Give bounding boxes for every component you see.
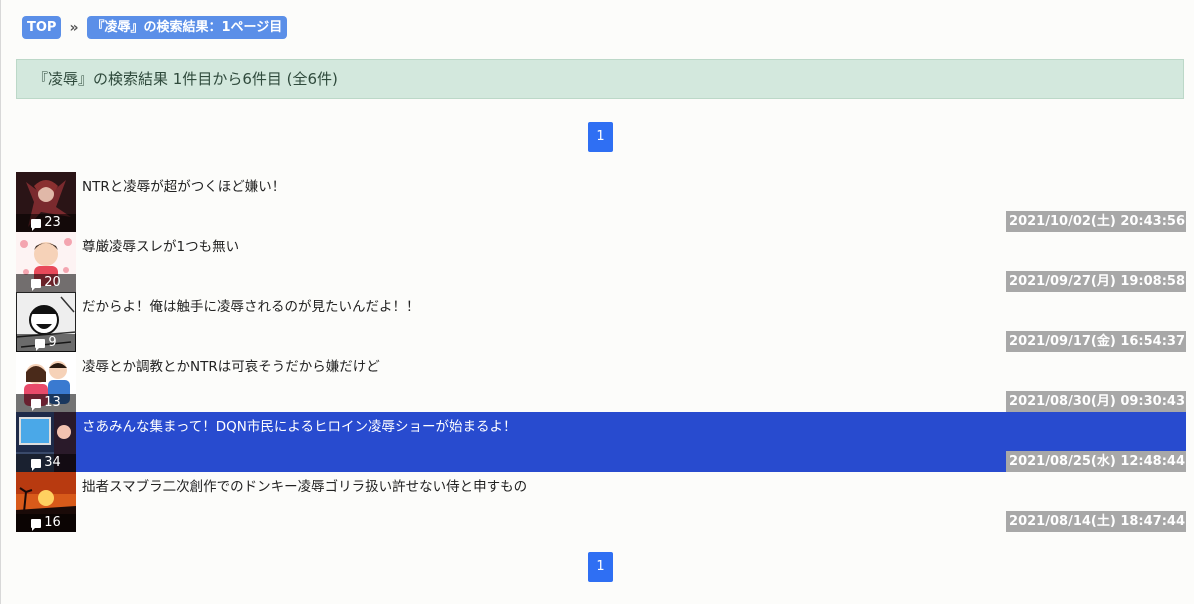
search-result-summary: 『凌辱』の検索結果 1件目から6件目 (全6件) [16,59,1184,99]
thread-row[interactable]: 34 さあみんな集まって！DQN市民によるヒロイン凌辱ショーが始まるよ！ 202… [16,412,1186,472]
reply-count: 20 [16,274,76,292]
reply-count-value: 16 [44,515,61,530]
thread-list: 23 NTRと凌辱が超がつくほど嫌い！ 2021/10/02(土) 20:43:… [16,172,1186,532]
reply-count: 13 [16,394,76,412]
thread-date: 2021/10/02(土) 20:43:56 [1006,211,1186,232]
thread-thumbnail[interactable]: 34 [16,412,76,472]
thread-row[interactable]: 9 だからよ！俺は触手に凌辱されるのが見たいんだよ！！ 2021/09/17(金… [16,292,1186,352]
thread-title[interactable]: だからよ！俺は触手に凌辱されるのが見たいんだよ！！ [82,295,420,315]
comment-icon [31,279,42,291]
thread-title[interactable]: NTRと凌辱が超がつくほど嫌い！ [82,175,285,195]
pagination-bottom: 1 [588,552,613,582]
thread-thumbnail[interactable]: 23 [16,172,76,232]
reply-count: 9 [16,334,76,352]
breadcrumb-top-link[interactable]: TOP [22,16,62,39]
page-1-button[interactable]: 1 [588,552,613,582]
reply-count-value: 13 [44,395,61,410]
thread-date: 2021/08/30(月) 09:30:43 [1006,391,1186,412]
reply-count-value: 20 [44,275,61,290]
reply-count: 16 [16,514,76,532]
reply-count-value: 34 [44,455,61,470]
thread-title[interactable]: 拙者スマブラ二次創作でのドンキー凌辱ゴリラ扱い許せない侍と申すもの [82,475,527,495]
thread-title[interactable]: 凌辱とか調教とかNTRは可哀そうだから嫌だけど [82,355,380,375]
thread-date: 2021/09/17(金) 16:54:37 [1006,331,1186,352]
thread-date: 2021/09/27(月) 19:08:58 [1006,271,1186,292]
thread-row[interactable]: 23 NTRと凌辱が超がつくほど嫌い！ 2021/10/02(土) 20:43:… [16,172,1186,232]
comment-icon [31,399,42,411]
reply-count-value: 23 [44,215,61,230]
thread-thumbnail[interactable]: 16 [16,472,76,532]
thread-row[interactable]: 20 尊厳凌辱スレが1つも無い 2021/09/27(月) 19:08:58 [16,232,1186,292]
thread-title[interactable]: 尊厳凌辱スレが1つも無い [82,235,239,255]
reply-count: 23 [16,214,76,232]
comment-icon [35,339,46,351]
thread-title[interactable]: さあみんな集まって！DQN市民によるヒロイン凌辱ショーが始まるよ！ [82,415,517,435]
comment-icon [31,519,42,531]
thread-thumbnail[interactable]: 20 [16,232,76,292]
pagination-top: 1 [588,122,613,152]
breadcrumb-separator: » [69,19,79,36]
thread-date: 2021/08/25(水) 12:48:44 [1006,451,1186,472]
thread-date: 2021/08/14(土) 18:47:44 [1006,511,1186,532]
breadcrumb-current[interactable]: 『凌辱』の検索結果：1ページ目 [86,16,288,39]
reply-count-value: 9 [48,335,57,350]
thread-thumbnail[interactable]: 13 [16,352,76,412]
reply-count: 34 [16,454,76,472]
page-1-button[interactable]: 1 [588,122,613,152]
thread-thumbnail[interactable]: 9 [16,292,76,352]
comment-icon [31,219,42,231]
thread-row[interactable]: 16 拙者スマブラ二次創作でのドンキー凌辱ゴリラ扱い許せない侍と申すもの 202… [16,472,1186,532]
thread-row[interactable]: 13 凌辱とか調教とかNTRは可哀そうだから嫌だけど 2021/08/30(月)… [16,352,1186,412]
breadcrumb: TOP » 『凌辱』の検索結果：1ページ目 [22,16,288,39]
comment-icon [31,459,42,471]
